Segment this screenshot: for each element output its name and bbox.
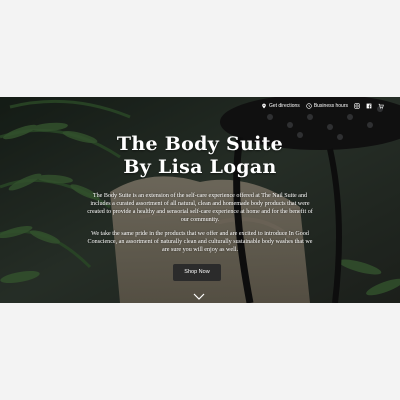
map-pin-icon [262,103,266,109]
hero-title-line1: The Body Suite [116,133,284,155]
cart-icon[interactable] [378,103,384,109]
page-frame: Get directions Business hours The Body S… [0,0,400,400]
instagram-icon[interactable] [354,103,360,109]
business-hours-link[interactable]: Business hours [306,103,348,109]
facebook-icon[interactable] [366,103,372,109]
hero-title-line2: By Lisa Logan [123,156,277,178]
hero-banner: Get directions Business hours The Body S… [0,97,400,303]
clock-icon [306,103,312,109]
get-directions-link[interactable]: Get directions [261,103,300,109]
chevron-down-icon[interactable] [193,293,205,301]
top-utility-bar: Get directions Business hours [261,103,384,109]
hero-paragraph-brand: We take the same pride in the products t… [87,231,313,253]
business-hours-label: Business hours [313,103,348,109]
hero-title: The Body Suite By Lisa Logan [0,133,400,179]
get-directions-label: Get directions [268,103,300,109]
shop-now-button[interactable]: Shop Now [173,264,221,281]
hero-paragraph-intro: The Body Suite is an extension of the se… [87,193,313,223]
